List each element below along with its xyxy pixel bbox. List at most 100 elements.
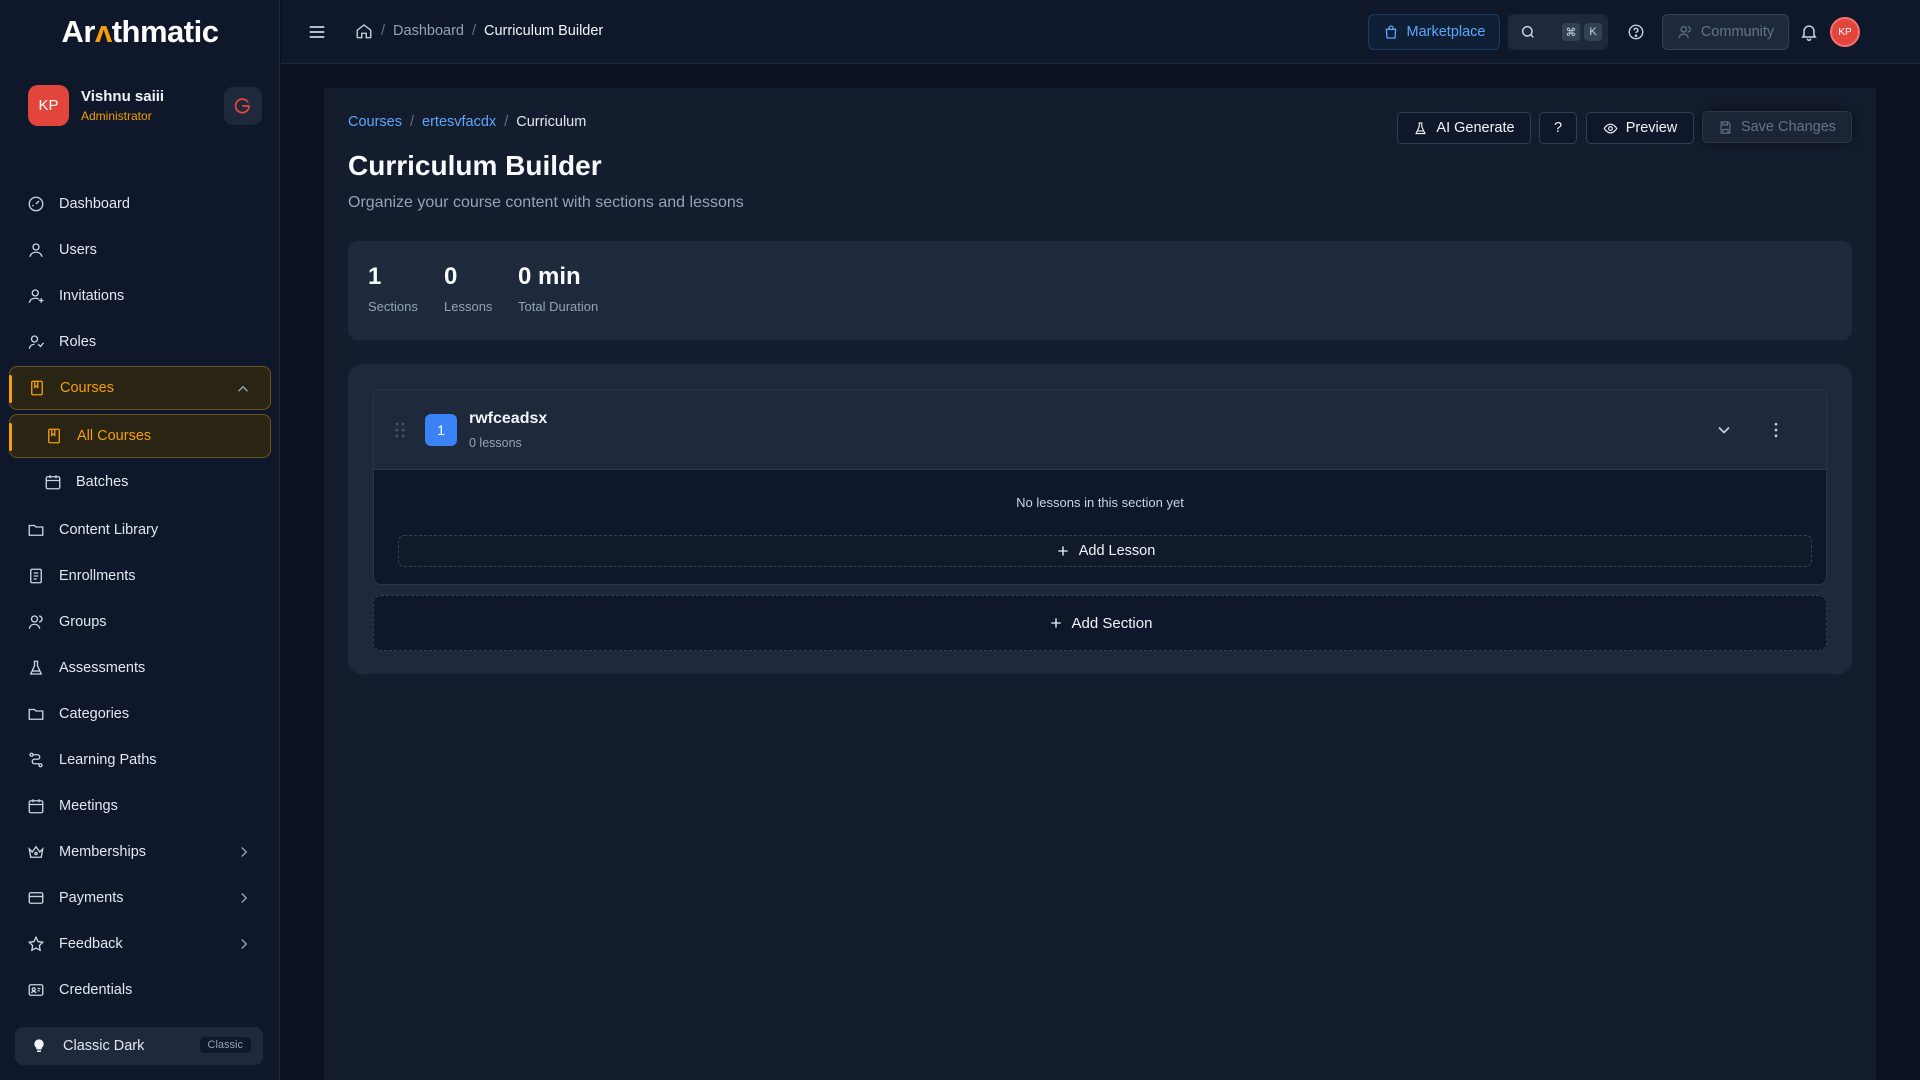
chevron-right-icon[interactable] [235, 843, 253, 861]
sidebar-item-groups[interactable]: Groups [9, 600, 271, 644]
ai-generate-button[interactable]: AI Generate [1397, 112, 1531, 144]
user-icon [29, 243, 43, 257]
bulb-icon [34, 1039, 44, 1052]
curriculum-builder: 1 rwfceadsx 0 lessons No lessons in this… [348, 364, 1852, 674]
stat-value: 0 min [518, 263, 581, 290]
preview-button[interactable]: Preview [1586, 112, 1694, 144]
sidebar-item-credentials[interactable]: Credentials [9, 968, 271, 1012]
sidebar-item-courses[interactable]: Courses [9, 366, 271, 410]
empty-lessons-message: No lessons in this section yet [1016, 495, 1184, 510]
help-button[interactable]: ? [1539, 112, 1577, 144]
sidebar-item-label: Roles [59, 334, 97, 350]
stat-label: Total Duration [518, 299, 599, 314]
path-icon [29, 752, 43, 768]
folder-icon [28, 524, 44, 536]
sidebar-item-memberships[interactable]: Memberships [9, 830, 271, 874]
chevron-down-icon[interactable] [1714, 420, 1734, 440]
stat-sections: 1 Sections [368, 263, 418, 314]
sidebar-item-categories[interactable]: Categories [9, 692, 271, 736]
chevron-up-icon[interactable] [234, 380, 252, 398]
sidebar-item-learning-paths[interactable]: Learning Paths [9, 738, 271, 782]
sidebar-item-enrollments[interactable]: Enrollments [9, 554, 271, 598]
sidebar-item-content-library[interactable]: Content Library [9, 508, 271, 552]
sidebar-item-payments[interactable]: Payments [9, 876, 271, 920]
breadcrumb-courses[interactable]: Courses [348, 114, 402, 130]
main-content: Courses / ertesvfacdx / Curriculum Curri… [324, 88, 1876, 1080]
brand-logo[interactable]: Arʌthmatic [0, 14, 280, 50]
section-title[interactable]: rwfceadsx [469, 410, 547, 428]
flask-icon [1415, 121, 1427, 134]
enrollment-icon [30, 568, 42, 584]
sidebar-item-feedback[interactable]: Feedback [9, 922, 271, 966]
sidebar-item-label: Courses [60, 380, 114, 396]
theme-badge: Classic [199, 1037, 251, 1053]
theme-label: Classic Dark [63, 1038, 145, 1054]
sidebar-item-assessments[interactable]: Assessments [9, 646, 271, 690]
plus-icon [1058, 546, 1068, 556]
marketplace-button[interactable]: Marketplace [1368, 14, 1500, 50]
plus-icon [1050, 618, 1061, 628]
chevron-right-icon[interactable] [235, 935, 253, 953]
sidebar-item-label: Batches [76, 474, 129, 490]
help-button[interactable] [1616, 14, 1656, 50]
breadcrumb: / Dashboard / Curriculum Builder [355, 22, 603, 40]
page-breadcrumb: Courses / ertesvfacdx / Curriculum [348, 114, 587, 130]
sidebar-item-label: Content Library [59, 522, 159, 538]
help-circle-icon [1628, 24, 1644, 40]
eye-icon [1603, 123, 1618, 133]
stat-label: Sections [368, 299, 418, 314]
community-label: Community [1700, 24, 1775, 40]
bell-icon[interactable] [1799, 22, 1819, 42]
avatar[interactable]: KP [28, 85, 69, 126]
theme-switcher[interactable]: Classic Dark Classic [15, 1027, 263, 1065]
home-icon[interactable] [355, 22, 373, 40]
section-number-badge: 1 [425, 414, 457, 446]
logout-button[interactable] [224, 87, 262, 125]
sidebar-item-roles[interactable]: Roles [9, 320, 271, 364]
breadcrumb-course[interactable]: ertesvfacdx [422, 114, 496, 130]
sidebar-item-dashboard[interactable]: Dashboard [9, 182, 271, 226]
logout-icon [234, 98, 250, 114]
breadcrumb-current: Curriculum [516, 114, 587, 130]
crown-icon [28, 845, 44, 858]
profile-avatar[interactable]: KP [1830, 17, 1860, 47]
sidebar-item-label: Assessments [59, 660, 146, 676]
sidebar-item-label: Payments [59, 890, 124, 906]
sidebar-item-users[interactable]: Users [9, 228, 271, 272]
save-changes-button[interactable]: Save Changes [1702, 111, 1852, 143]
sidebar-item-all-courses[interactable]: All Courses [9, 414, 271, 458]
credential-icon [28, 984, 44, 996]
marketplace-label: Marketplace [1406, 24, 1486, 40]
add-lesson-button[interactable]: Add Lesson [398, 535, 1812, 567]
user-plus-icon [28, 289, 44, 303]
sidebar-item-batches[interactable]: Batches [9, 460, 271, 504]
breadcrumb-dashboard[interactable]: Dashboard [393, 23, 464, 39]
community-button[interactable]: Community [1662, 14, 1789, 50]
shopping-bag-icon [1385, 25, 1396, 39]
sidebar-item-meetings[interactable]: Meetings [9, 784, 271, 828]
menu-icon[interactable] [307, 22, 327, 42]
add-section-button[interactable]: Add Section [373, 595, 1827, 651]
save-changes-label: Save Changes [1740, 119, 1837, 135]
top-bar: / Dashboard / Curriculum Builder Marketp… [281, 0, 1920, 64]
sidebar-item-invitations[interactable]: Invitations [9, 274, 271, 318]
breadcrumb-current: Curriculum Builder [484, 23, 604, 39]
stat-lessons: 0 Lessons [444, 263, 492, 314]
page-title: Curriculum Builder [348, 150, 602, 181]
sidebar-item-label: Learning Paths [59, 752, 157, 768]
roles-icon [28, 335, 45, 349]
search-button[interactable]: ⌘ K [1508, 14, 1608, 50]
section-header[interactable]: 1 rwfceadsx 0 lessons [374, 390, 1826, 470]
curriculum-stats: 1 Sections 0 Lessons 0 min Total Duratio… [348, 241, 1852, 340]
user-name: Vishnu saiii [81, 88, 165, 105]
drag-handle-icon[interactable] [394, 421, 406, 439]
book-icon [48, 428, 60, 444]
more-vertical-icon[interactable] [1766, 420, 1786, 440]
sidebar-item-label: Meetings [59, 798, 118, 814]
sidebar-item-label: Users [59, 242, 97, 258]
section-lesson-count: 0 lessons [469, 436, 522, 450]
chevron-right-icon[interactable] [235, 889, 253, 907]
book-icon [31, 380, 43, 396]
sidebar-item-label: All Courses [77, 428, 152, 444]
ai-generate-label: AI Generate [1436, 120, 1515, 136]
